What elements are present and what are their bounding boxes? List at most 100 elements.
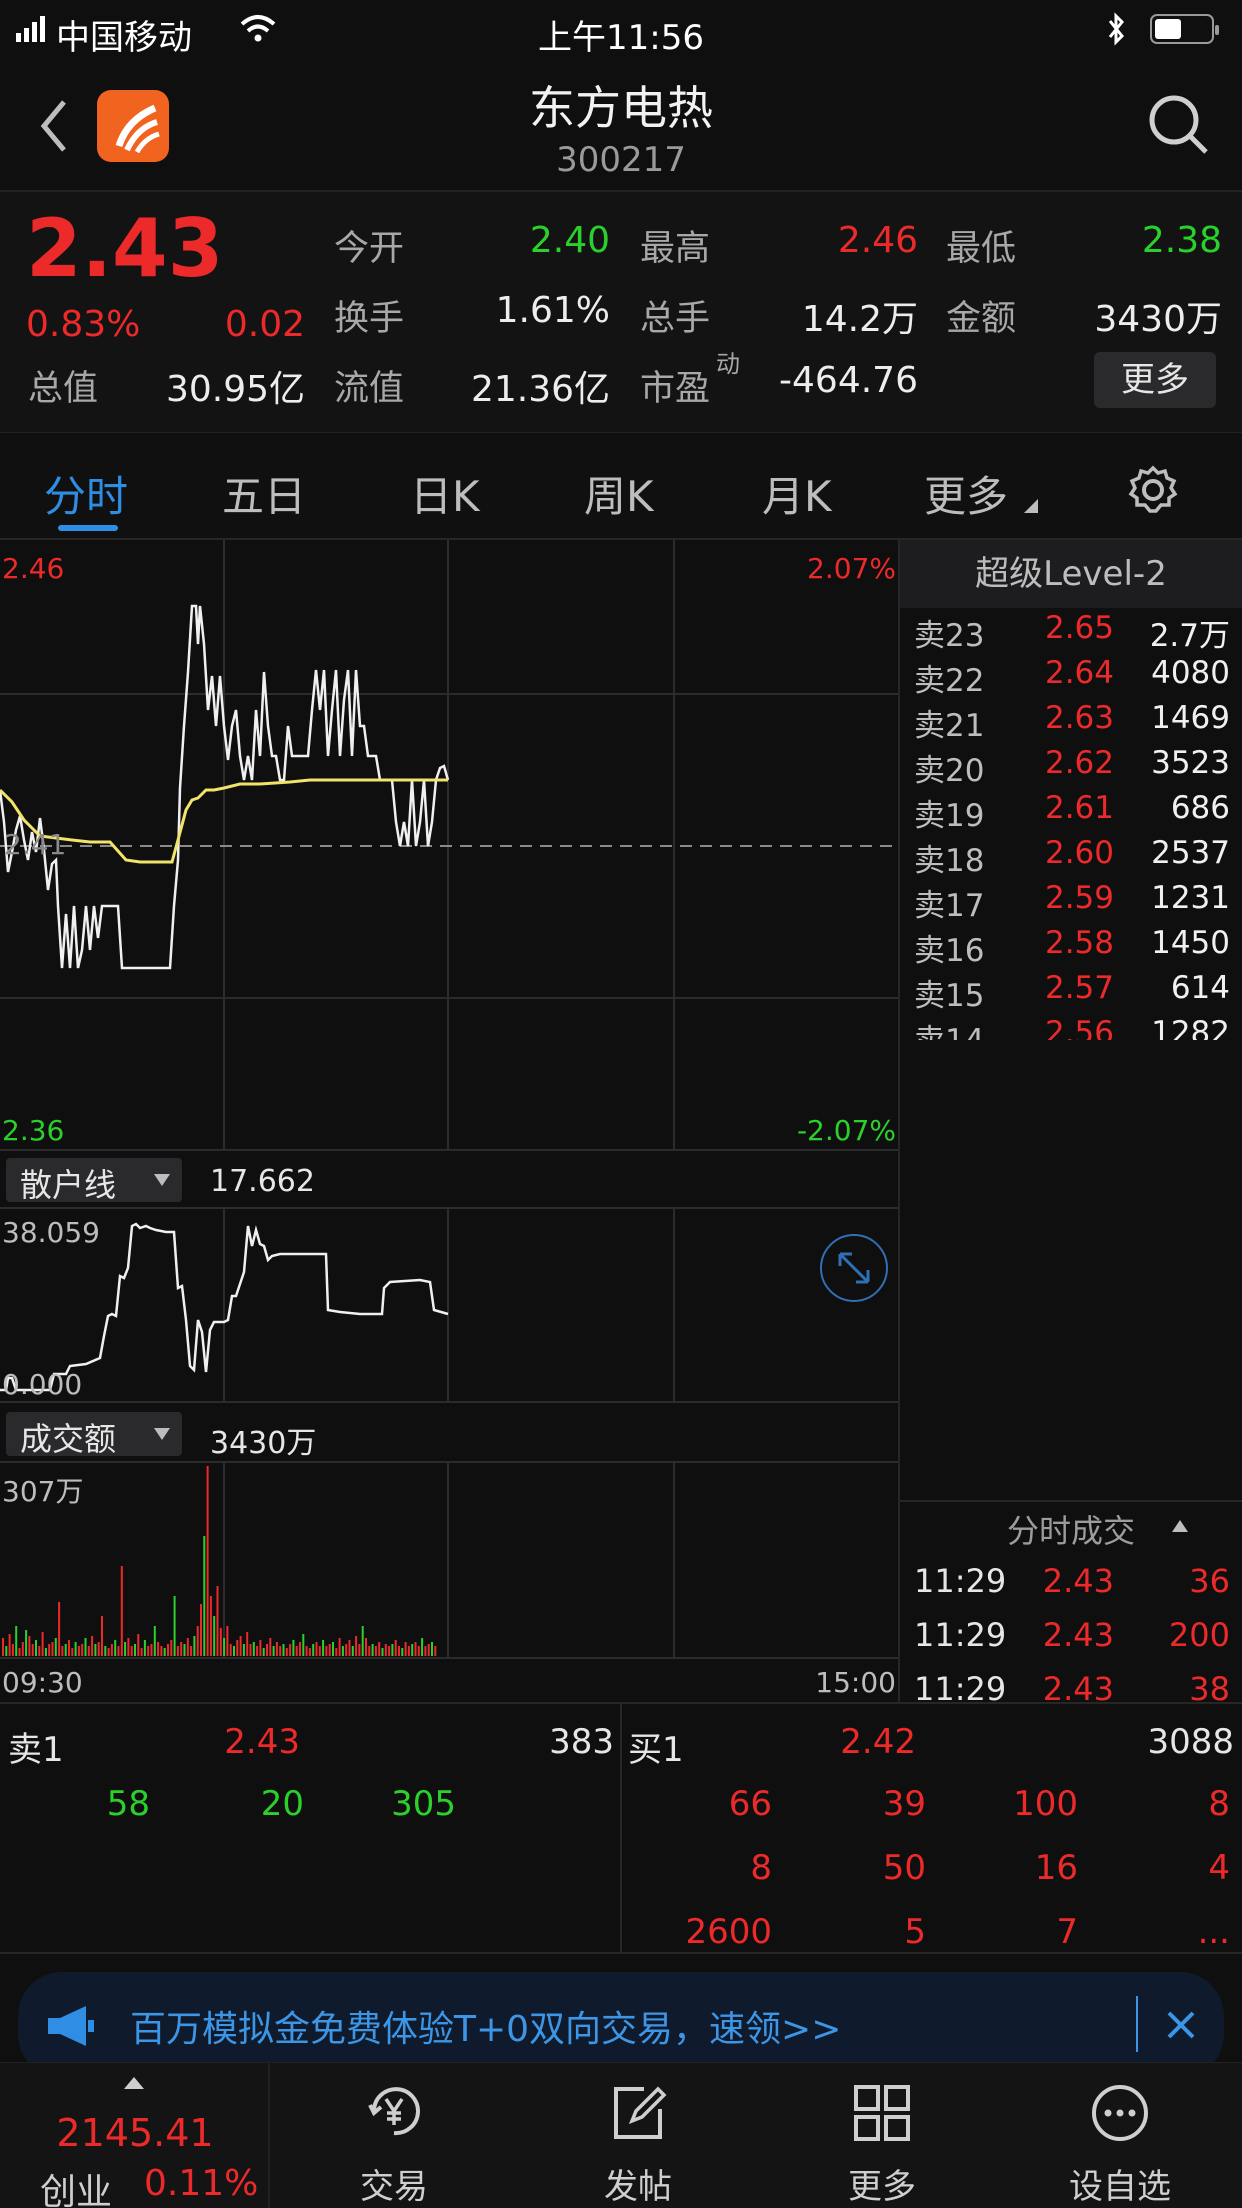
- amount-bar: [213, 1616, 216, 1656]
- amount-bar: [209, 1596, 212, 1656]
- ask-price: 2.65: [1044, 610, 1114, 646]
- expand-chart-button[interactable]: [820, 1234, 888, 1302]
- tab-monthly-k[interactable]: 月K: [762, 463, 832, 524]
- change-pct: 0.83%: [26, 304, 141, 345]
- retail-line-max: 38.059: [2, 1216, 100, 1249]
- amount-bar: [87, 1646, 90, 1656]
- ask-volume: 4080: [1151, 655, 1230, 691]
- settings-gear-icon[interactable]: [1128, 465, 1178, 515]
- amount-value: 3430万: [1094, 299, 1222, 340]
- amount-bar: [269, 1638, 272, 1656]
- retail-line-min: 0.000: [2, 1368, 83, 1401]
- buy1-queue-item: 16: [1034, 1848, 1078, 1888]
- level2-ask-list[interactable]: 卖23 2.65 2.7万 卖22 2.64 4080 卖21 2.63 1469 卖20 2.62…: [900, 608, 1242, 1040]
- amount-bar: [117, 1646, 120, 1656]
- amount-bar: [259, 1640, 262, 1656]
- search-icon[interactable]: [1146, 92, 1212, 158]
- amount-bar: [140, 1648, 143, 1656]
- amount-bar: [246, 1632, 249, 1656]
- amount-bar: [101, 1616, 103, 1656]
- amount-bar: [414, 1642, 417, 1656]
- ask-price: 2.63: [1044, 700, 1114, 736]
- ask-volume: 1231: [1151, 880, 1230, 916]
- amount-value: 3430万: [210, 1426, 317, 1461]
- amount-bar: [431, 1642, 433, 1656]
- amount-bar: [137, 1634, 140, 1656]
- level2-ask-row: 卖19 2.61 686: [900, 790, 1242, 835]
- buy1-queue-item: ...: [1197, 1912, 1230, 1952]
- amount-bar: [358, 1644, 361, 1656]
- nav-trade[interactable]: 交易: [272, 2063, 516, 2208]
- amount-bar: [114, 1640, 117, 1656]
- amount-bar: [351, 1646, 354, 1656]
- level2-ask-row: 卖20 2.62 3523: [900, 745, 1242, 790]
- nav-more[interactable]: 更多: [760, 2063, 1004, 2208]
- amount-bar: [186, 1638, 189, 1656]
- amount-bar: [355, 1636, 358, 1656]
- amount-bar: [292, 1640, 295, 1656]
- amount-bar: [21, 1642, 24, 1656]
- buy1-queue-item: 2600: [685, 1912, 772, 1952]
- amount-bar: [361, 1626, 364, 1656]
- tab-daily-k[interactable]: 日K: [410, 463, 480, 524]
- tab-intraday[interactable]: 分时: [44, 463, 128, 524]
- amount-bar: [262, 1648, 265, 1656]
- amount-selector[interactable]: 成交额: [6, 1412, 182, 1458]
- amount-bar: [163, 1648, 166, 1656]
- amount-bar: [305, 1646, 308, 1656]
- ask-price: 2.57: [1044, 970, 1114, 1006]
- tab-more[interactable]: 更多: [924, 463, 1008, 524]
- amount-bar: [120, 1566, 123, 1656]
- grid-more-icon: [854, 2085, 910, 2141]
- amount-bar: [183, 1644, 186, 1656]
- amount-bar: [41, 1632, 44, 1656]
- amount-bar: [236, 1640, 239, 1656]
- tab-five-day[interactable]: 五日: [222, 463, 306, 524]
- level2-ask-row: 卖21 2.63 1469: [900, 700, 1242, 745]
- nav-add-watchlist-label: 设自选: [1069, 2167, 1171, 2207]
- level2-ask-row: 卖17 2.59 1231: [900, 880, 1242, 925]
- tick-volume: 36: [1189, 1562, 1230, 1600]
- amount-bar: [51, 1642, 54, 1656]
- amount-bar: [424, 1646, 427, 1656]
- nav-add-watchlist[interactable]: 设自选: [998, 2063, 1242, 2208]
- amount-bar: [272, 1646, 275, 1656]
- amount-bar: [44, 1648, 47, 1656]
- nav-trade-label: 交易: [360, 2167, 428, 2207]
- amount-bar: [216, 1586, 219, 1656]
- index-ticker[interactable]: 2145.41 创业 0.11%: [0, 2063, 270, 2208]
- amount-bar: [371, 1644, 374, 1656]
- clock: 上午11:56: [538, 18, 704, 58]
- amount-bar: [398, 1646, 400, 1656]
- amount-bar: [295, 1646, 298, 1656]
- expand-arrows-icon: [838, 1252, 870, 1284]
- amount-bar: [391, 1644, 394, 1656]
- amount-bar: [25, 1630, 28, 1656]
- amount-bar: [252, 1642, 255, 1656]
- ask-level-label: 卖21: [914, 708, 985, 744]
- amount-bar: [322, 1640, 325, 1656]
- retail-line-selector[interactable]: 散户线: [6, 1158, 182, 1204]
- amount-bar: [417, 1646, 420, 1656]
- amount-bar: [104, 1646, 107, 1656]
- promo-text[interactable]: 百万模拟金免费体验T+0双向交易，速领>>: [130, 2000, 841, 2052]
- amount-bar: [289, 1644, 292, 1656]
- caret-up-icon[interactable]: [1172, 1520, 1188, 1532]
- buy1-queue-item: 66: [728, 1784, 772, 1824]
- more-quote-button[interactable]: 更多: [1094, 352, 1216, 408]
- pe-label: 市盈: [640, 369, 711, 409]
- pct-high-label: 2.07%: [807, 552, 896, 585]
- amount-bar: [180, 1642, 183, 1656]
- ask-price: 2.58: [1044, 925, 1114, 961]
- tab-weekly-k[interactable]: 周K: [584, 463, 654, 524]
- intraday-chart-area[interactable]: 2.46 2.07% 2.41 2.36 -2.07% 散户线 17.662 3…: [0, 540, 898, 1702]
- amount-bar: [388, 1646, 391, 1656]
- nav-post[interactable]: 发帖: [516, 2063, 760, 2208]
- time-end: 15:00: [815, 1666, 896, 1699]
- amount-selector-label: 成交额: [20, 1420, 117, 1458]
- close-icon[interactable]: [1166, 2010, 1196, 2040]
- megaphone-icon: [48, 2006, 94, 2046]
- level2-panel[interactable]: 超级Level-2 卖23 2.65 2.7万 卖22 2.64 4080 卖21 2.63 1…: [898, 540, 1242, 1708]
- tick-price: 2.43: [1042, 1616, 1114, 1654]
- ask-level-label: 卖18: [914, 843, 985, 879]
